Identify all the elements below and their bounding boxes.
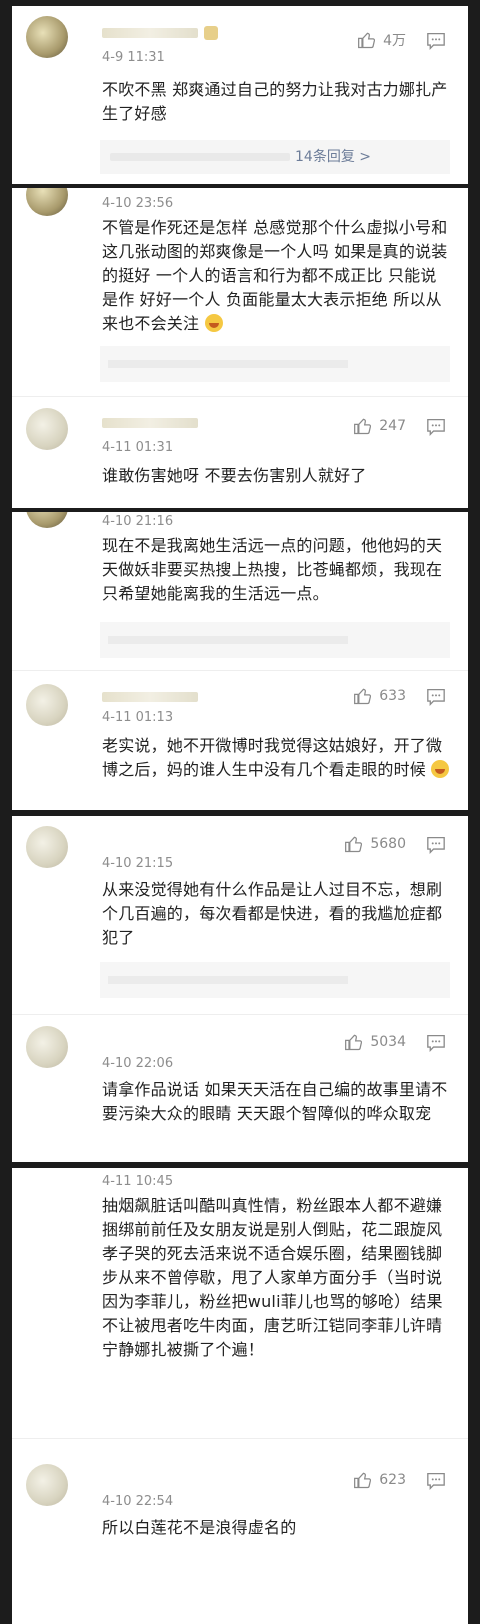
comment-time: 4-11 10:45 (102, 1174, 174, 1189)
like-count: 623 (379, 1472, 406, 1488)
comment-item: 4-10 23:56 不管是作死还是怎样 总感觉那个什么虚拟小号和这几张动图的郑… (12, 188, 468, 398)
like-button[interactable]: 247 (353, 416, 406, 436)
reply-preview[interactable] (100, 346, 450, 382)
avatar[interactable] (26, 16, 68, 58)
comment-bubble-icon[interactable] (426, 836, 446, 854)
divider (12, 1014, 468, 1015)
comment-time: 4-11 01:31 (102, 440, 174, 455)
comment-time: 4-10 22:06 (102, 1056, 174, 1071)
avatar[interactable] (26, 188, 68, 216)
avatar[interactable] (26, 1026, 68, 1068)
comment-time: 4-11 01:13 (102, 710, 174, 725)
avatar[interactable] (26, 826, 68, 868)
like-count: 5034 (370, 1034, 406, 1050)
blurred-reply-text (108, 636, 348, 644)
comment-item: 4-10 21:16 现在不是我离她生活远一点的问题，他他妈的天天做妖非要买热搜… (12, 512, 468, 672)
like-count: 4万 (383, 33, 406, 49)
comment-card: 4-9 11:31 4万 不吹不黑 郑爽通过自己的努力让我对古力娜扎产生了好感 … (12, 6, 468, 184)
reply-count-link[interactable]: 14条回复 > (295, 140, 371, 174)
comment-text: 所以白莲花不是浪得虚名的 (102, 1518, 297, 1537)
blurred-reply-text (108, 360, 348, 368)
comment-bubble-icon[interactable] (426, 1034, 446, 1052)
comment-bubble-icon[interactable] (426, 32, 446, 50)
comment-text: 不管是作死还是怎样 总感觉那个什么虚拟小号和这几张动图的郑爽像是一个人吗 如果是… (102, 216, 452, 336)
thumbs-up-icon (354, 418, 372, 435)
comment-item: 5680 4-10 21:15 从来没觉得她有什么作品是让人过目不忘，想刷个几百… (12, 816, 468, 1012)
divider (12, 1438, 468, 1439)
reply-preview-button[interactable]: 14条回复 > (100, 140, 450, 174)
comment-item: 4-9 11:31 4万 不吹不黑 郑爽通过自己的努力让我对古力娜扎产生了好感 … (12, 6, 468, 184)
like-count: 633 (379, 688, 406, 704)
comment-text-body: 不管是作死还是怎样 总感觉那个什么虚拟小号和这几张动图的郑爽像是一个人吗 如果是… (102, 218, 448, 333)
like-button[interactable]: 623 (353, 1470, 406, 1490)
comment-text: 抽烟飙脏话叫酷叫真性情，粉丝跟本人都不避嫌捆绑前前任及女朋友说是别人倒贴，花二跟… (102, 1196, 443, 1359)
comment-text: 请拿作品说话 如果天天活在自己编的故事里请不要污染大众的眼睛 天天跟个智障似的哗… (102, 1080, 448, 1123)
comment-time: 4-9 11:31 (102, 50, 165, 65)
comment-text: 老实说，她不开微博时我觉得这姑娘好，开了微博之后，妈的谁人生中没有几个看走眼的时… (102, 734, 452, 782)
comment-text: 从来没觉得她有什么作品是让人过目不忘，想刷个几百遍的，每次看都是快进，看的我尴尬… (102, 880, 443, 947)
like-count: 5680 (370, 836, 406, 852)
avatar[interactable] (26, 408, 68, 450)
comment-bubble-icon[interactable] (426, 688, 446, 706)
avatar[interactable] (26, 684, 68, 726)
reply-preview[interactable] (100, 962, 450, 998)
comment-time: 4-10 21:15 (102, 856, 174, 871)
member-badge-icon (204, 26, 218, 40)
thumbs-up-icon (358, 32, 376, 49)
comment-text: 现在不是我离她生活远一点的问题，他他妈的天天做妖非要买热搜上热搜，比苍蝇都烦，我… (102, 536, 443, 603)
divider (12, 670, 468, 671)
thumbs-up-icon (354, 1472, 372, 1489)
comment-item: 4-11 01:13 633 老实说，她不开微博时我觉得这姑娘好，开了微博之后，… (12, 674, 468, 810)
comment-bubble-icon[interactable] (426, 1472, 446, 1490)
comment-item: 623 4-10 22:54 所以白莲花不是浪得虚名的 (12, 1444, 468, 1624)
comment-card: 4-10 21:16 现在不是我离她生活远一点的问题，他他妈的天天做妖非要买热搜… (12, 512, 468, 810)
comment-time: 4-10 22:54 (102, 1494, 174, 1509)
comment-card: 5680 4-10 21:15 从来没觉得她有什么作品是让人过目不忘，想刷个几百… (12, 816, 468, 1162)
divider (12, 396, 468, 397)
comment-card: 4-10 23:56 不管是作死还是怎样 总感觉那个什么虚拟小号和这几张动图的郑… (12, 188, 468, 508)
thumbs-up-icon (345, 1034, 363, 1051)
grinning-emoji-icon (431, 760, 450, 778)
comment-item: 5034 4-10 22:06 请拿作品说话 如果天天活在自己编的故事里请不要污… (12, 1016, 468, 1162)
comment-bubble-icon[interactable] (426, 418, 446, 436)
like-button[interactable]: 633 (353, 686, 406, 706)
username[interactable] (102, 28, 198, 38)
username[interactable] (102, 692, 198, 702)
like-button[interactable]: 5680 (344, 834, 406, 854)
comment-time: 4-10 23:56 (102, 196, 174, 211)
comment-text-body: 老实说，她不开微博时我觉得这姑娘好，开了微博之后，妈的谁人生中没有几个看走眼的时… (102, 736, 443, 779)
comment-time: 4-10 21:16 (102, 514, 174, 529)
like-count: 247 (379, 418, 406, 434)
blurred-reply-text (108, 976, 348, 984)
comment-item: 4-11 01:31 247 谁敢伤害她呀 不要去伤害别人就好了 (12, 400, 468, 508)
comment-text: 谁敢伤害她呀 不要去伤害别人就好了 (102, 466, 367, 485)
username[interactable] (102, 418, 198, 428)
thumbs-up-icon (345, 836, 363, 853)
comment-item: 4-11 10:45 抽烟飙脏话叫酷叫真性情，粉丝跟本人都不避嫌捆绑前前任及女朋… (12, 1168, 468, 1440)
comment-card: 4-11 10:45 抽烟飙脏话叫酷叫真性情，粉丝跟本人都不避嫌捆绑前前任及女朋… (12, 1168, 468, 1624)
avatar[interactable] (26, 1464, 68, 1506)
like-button[interactable]: 4万 (357, 30, 406, 50)
thumbs-up-icon (354, 688, 372, 705)
grinning-emoji-icon (204, 314, 223, 332)
comment-text: 不吹不黑 郑爽通过自己的努力让我对古力娜扎产生了好感 (102, 80, 448, 123)
blurred-reply-text (110, 153, 290, 161)
avatar[interactable] (26, 512, 68, 528)
reply-preview[interactable] (100, 622, 450, 658)
like-button[interactable]: 5034 (344, 1032, 406, 1052)
